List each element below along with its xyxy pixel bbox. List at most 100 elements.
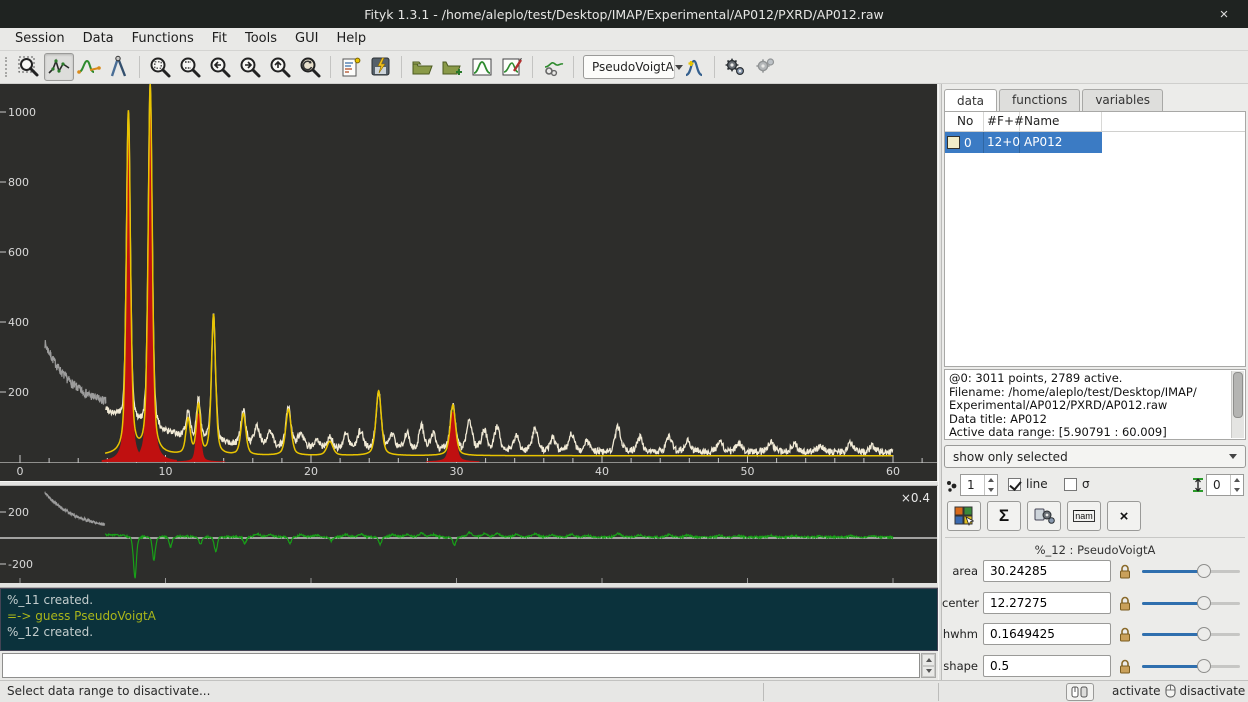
hwhm-slider[interactable] [1142, 625, 1240, 643]
info-range: Active data range: [5.90791 : 60.009] [949, 426, 1219, 440]
delete-dataset-button[interactable]: × [1107, 501, 1141, 531]
output-console: %_11 created. =-> guess PseudoVoigtA %_1… [0, 588, 938, 651]
data-transform-button[interactable] [538, 53, 568, 81]
auto-add-peak-button[interactable] [679, 53, 709, 81]
dataset-row[interactable]: 0 12+0 AP012 [945, 132, 1102, 153]
slider-thumb[interactable] [1197, 564, 1211, 578]
point-size-spinner[interactable]: 1 [960, 474, 998, 496]
lock-icon[interactable] [1118, 564, 1132, 579]
tab-data[interactable]: data [944, 89, 997, 112]
area-input[interactable] [983, 560, 1111, 582]
toolbar-separator [139, 56, 140, 78]
center-slider[interactable] [1142, 594, 1240, 612]
command-input[interactable] [2, 653, 920, 678]
scroll-down-icon[interactable] [922, 666, 935, 678]
zoom-all-button[interactable] [145, 53, 175, 81]
slider-thumb[interactable] [1197, 627, 1211, 641]
console-line-command: =-> guess PseudoVoigtA [7, 608, 931, 624]
toolbar-grip[interactable] [5, 57, 9, 77]
rename-button[interactable]: nam [1067, 501, 1101, 531]
sum-datasets-button[interactable]: Σ [987, 501, 1021, 531]
add-peak-mode-button[interactable] [74, 53, 104, 81]
config-save-icon [369, 55, 393, 79]
menu-fit[interactable]: Fit [203, 28, 236, 50]
zoom-mode-button[interactable] [14, 53, 44, 81]
show-filter-select[interactable]: show only selected [944, 445, 1246, 468]
line-checkbox-label: line [1026, 477, 1048, 491]
info-points: @0: 3011 points, 2789 active. [949, 372, 1219, 386]
info-scroll-thumb[interactable] [1233, 372, 1243, 418]
data-curve-icon [47, 55, 71, 79]
script-editor-button[interactable] [336, 53, 366, 81]
center-input[interactable] [983, 592, 1111, 614]
dataset-info-box: @0: 3011 points, 2789 active. Filename: … [944, 369, 1246, 440]
data-shift-value: 0 [1207, 475, 1230, 495]
tab-functions[interactable]: functions [999, 89, 1080, 111]
plot-frame-button[interactable] [467, 53, 497, 81]
dataset-action-buttons: Σ nam × [947, 501, 1141, 531]
spinner-arrows[interactable] [1230, 475, 1243, 495]
toolbar-separator [532, 56, 533, 78]
data-shift-spinner[interactable]: 0 [1206, 474, 1244, 496]
load-data-custom-button[interactable] [437, 53, 467, 81]
plot-style-controls: 1 line σ 0 [942, 473, 1248, 498]
scroll-up-icon[interactable] [922, 654, 935, 666]
slider-thumb[interactable] [1197, 596, 1211, 610]
shape-slider[interactable] [1142, 657, 1240, 675]
area-slider[interactable] [1142, 562, 1240, 580]
lock-icon[interactable] [1118, 627, 1132, 642]
line-checkbox[interactable]: line [1008, 477, 1048, 491]
menu-tools[interactable]: Tools [236, 28, 286, 50]
window-close-button[interactable]: × [1212, 4, 1236, 24]
menu-data[interactable]: Data [74, 28, 123, 50]
console-line: %_12 created. [7, 624, 931, 640]
titlebar: Fityk 1.3.1 - /home/aleplo/test/Desktop/… [0, 0, 1248, 28]
input-scrollbar[interactable] [921, 653, 936, 678]
data-range-mode-button[interactable] [44, 53, 74, 81]
functions-gears-icon [1033, 506, 1055, 526]
mouse-mode-button[interactable] [1066, 683, 1094, 701]
shape-input[interactable] [983, 655, 1111, 677]
dataset-list: No #F+# Name 0 12+0 AP012 [944, 111, 1246, 367]
param-label: center [942, 596, 978, 610]
color-grid-button[interactable] [947, 501, 981, 531]
auxiliary-plot[interactable]: 200-200×0.4 [0, 486, 937, 583]
spinner-arrows[interactable] [984, 475, 997, 495]
menu-help[interactable]: Help [327, 28, 375, 50]
statusbar: Select data range to disactivate... acti… [0, 680, 1248, 702]
zoom-up-button[interactable] [265, 53, 295, 81]
info-scrollbar[interactable] [1231, 371, 1244, 438]
zoom-left-button[interactable] [205, 53, 235, 81]
menu-functions[interactable]: Functions [123, 28, 203, 50]
dataset-f-count: 12+0 [984, 132, 1020, 153]
slider-thumb[interactable] [1197, 659, 1211, 673]
dataset-checkbox[interactable] [947, 136, 960, 149]
menu-session[interactable]: Session [6, 28, 74, 50]
zoom-previous-button[interactable] [295, 53, 325, 81]
main-plot[interactable]: 20040060080010000102030405060 [0, 84, 937, 481]
draw-baseline-mode-button[interactable] [104, 53, 134, 81]
copy-functions-button[interactable] [1027, 501, 1061, 531]
gui-config-button[interactable] [366, 53, 396, 81]
param-label: shape [942, 659, 978, 673]
zoom-right-button[interactable] [235, 53, 265, 81]
save-image-button[interactable] [497, 53, 527, 81]
hwhm-input[interactable] [983, 623, 1111, 645]
dataset-no: 0 [964, 136, 972, 150]
run-fit-button[interactable] [720, 53, 750, 81]
tab-variables[interactable]: variables [1082, 89, 1163, 111]
zoom-vertical-button[interactable] [175, 53, 205, 81]
sigma-checkbox[interactable]: σ [1064, 477, 1090, 491]
svg-text:-200: -200 [8, 558, 33, 571]
load-data-button[interactable] [407, 53, 437, 81]
info-filename-1: Filename: /home/aleplo/test/Desktop/IMAP… [949, 386, 1219, 400]
function-type-select[interactable]: PseudoVoigtA [583, 55, 675, 79]
panel-divider [945, 537, 1245, 538]
lock-icon[interactable] [1118, 596, 1132, 611]
continue-fit-button[interactable] [750, 53, 780, 81]
menu-gui[interactable]: GUI [286, 28, 327, 50]
magnifier-right-icon [238, 55, 262, 79]
lock-icon[interactable] [1118, 659, 1132, 674]
sidebar: data functions variables No #F+# Name 0 … [942, 84, 1248, 680]
magnifier-all-icon [148, 55, 172, 79]
